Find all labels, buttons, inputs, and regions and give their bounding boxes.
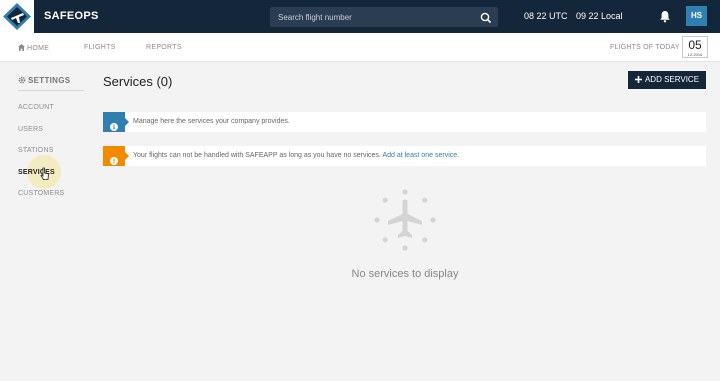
nav-home-label: HOME	[27, 45, 50, 52]
search-icon[interactable]	[480, 11, 492, 24]
sidebar-title: SETTINGS	[18, 76, 70, 85]
warning-icon	[110, 152, 118, 165]
clock-local: 09 22 Local	[576, 11, 623, 21]
gear-icon	[18, 76, 26, 84]
brand-name: SAFEOPS	[44, 10, 99, 22]
add-service-label: ADD SERVICE	[644, 75, 700, 84]
warning-alert-text: Your flights can not be handled with SAF…	[133, 152, 459, 159]
empty-state-message: No services to display	[351, 268, 459, 280]
warning-alert-message: Your flights can not be handled with SAF…	[133, 152, 381, 159]
warning-alert-icon-box	[103, 146, 129, 166]
plane-icon	[372, 187, 438, 253]
date-month-year: 12-2016	[687, 52, 703, 57]
warning-alert: Your flights can not be handled with SAF…	[103, 146, 706, 166]
info-alert-icon-box	[103, 112, 129, 132]
flights-of-today-link[interactable]: FLIGHTS OF TODAY	[610, 44, 680, 51]
info-icon	[110, 118, 118, 131]
home-icon	[18, 44, 25, 51]
add-service-link[interactable]: Add at least one service.	[382, 152, 459, 159]
nav-reports[interactable]: REPORTS	[146, 44, 182, 51]
avatar[interactable]: HS	[686, 6, 707, 26]
search-input[interactable]	[278, 7, 478, 27]
info-alert: Manage here the services your company pr…	[103, 112, 706, 132]
search-box[interactable]	[270, 7, 498, 27]
sidebar-item-users[interactable]: USERS	[18, 126, 43, 133]
date-day: 05	[688, 38, 702, 52]
clock-utc: 08 22 UTC	[524, 11, 568, 21]
bell-icon[interactable]	[659, 10, 671, 23]
add-service-button[interactable]: ADD SERVICE	[628, 71, 706, 89]
page-title: Services (0)	[103, 74, 173, 89]
logo-icon[interactable]	[0, 0, 34, 33]
nav-home[interactable]: HOME	[18, 44, 49, 52]
sidebar-title-label: SETTINGS	[28, 76, 71, 85]
sidebar-divider	[18, 90, 84, 91]
date-picker[interactable]: 05 12-2016	[682, 36, 708, 58]
nav-flights[interactable]: FLIGHTS	[84, 44, 116, 51]
sidebar-item-stations[interactable]: STATIONS	[18, 147, 54, 154]
plus-icon	[634, 72, 642, 83]
sidebar-item-customers[interactable]: CUSTOMERS	[18, 190, 64, 197]
sidebar-item-account[interactable]: ACCOUNT	[18, 104, 54, 111]
cursor-icon	[40, 167, 50, 181]
nav-bar: HOME FLIGHTS REPORTS FLIGHTS OF TODAY	[0, 33, 720, 62]
info-alert-text: Manage here the services your company pr…	[133, 118, 290, 125]
top-bar: SAFEOPS 08 22 UTC 09 22 Local HS	[0, 0, 720, 33]
